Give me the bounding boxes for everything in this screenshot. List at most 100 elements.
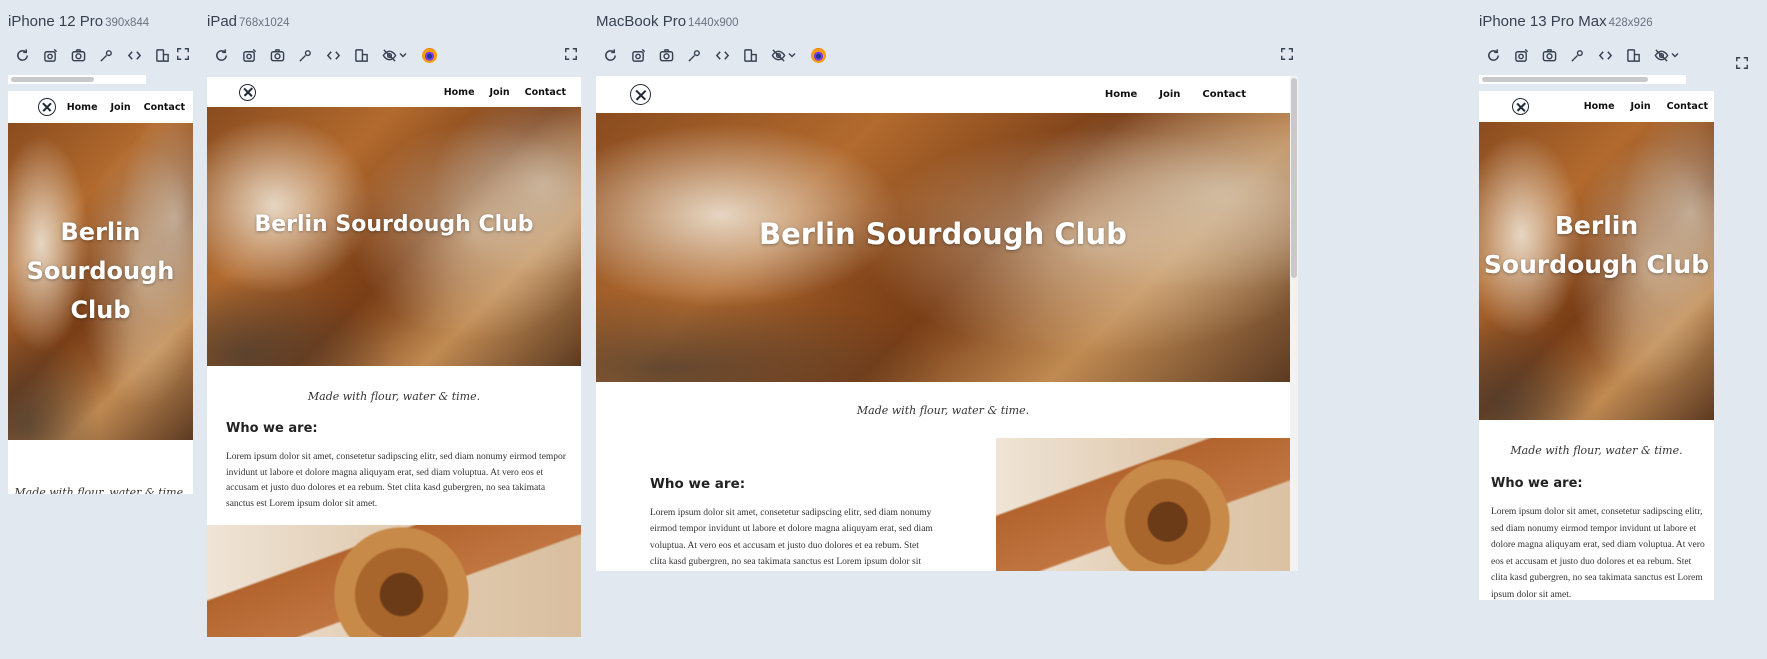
hero-banner: Berlin Sourdough Club: [207, 107, 581, 366]
expand-icon[interactable]: [1735, 55, 1749, 74]
firefox-icon[interactable]: [415, 44, 443, 66]
nav-links: Home Join Contact: [1584, 101, 1708, 112]
screenshot-icon[interactable]: [1535, 44, 1563, 66]
device-label: MacBook Pro 1440x900: [596, 13, 739, 31]
nav-links: Home Join Contact: [67, 102, 185, 113]
firefox-icon[interactable]: [804, 44, 832, 66]
rotate-camera-icon[interactable]: [235, 44, 263, 66]
code-icon[interactable]: [319, 44, 347, 66]
vertical-scrollbar[interactable]: [1290, 76, 1298, 571]
viewport-iphone-12-pro: Home Join Contact Berlin Sourdough Club …: [8, 91, 193, 494]
expand-icon[interactable]: [564, 46, 578, 65]
hero-title: Berlin Sourdough Club: [254, 212, 534, 237]
device-label: iPad 768x1024: [207, 13, 290, 31]
device-size: 428x926: [1608, 17, 1653, 29]
nav-home-link[interactable]: Home: [444, 87, 475, 98]
who-we-are-heading: Who we are:: [650, 476, 746, 492]
hero-title: Berlin Sourdough Club: [1483, 211, 1710, 279]
about-paragraph: Lorem ipsum dolor sit amet, consetetur s…: [650, 508, 933, 567]
expand-icon[interactable]: [1280, 46, 1294, 65]
who-we-are-heading: Who we are:: [1491, 476, 1583, 491]
hero-title: Berlin Sourdough Club: [759, 216, 1127, 251]
site-navbar: Home Join Contact: [596, 76, 1298, 113]
device-size: 768x1024: [239, 17, 290, 29]
inspect-icon[interactable]: [291, 44, 319, 66]
nav-links: Home Join Contact: [444, 87, 566, 98]
refresh-icon[interactable]: [207, 44, 235, 66]
about-paragraph: Lorem ipsum dolor sit amet, consetetur s…: [1491, 507, 1705, 600]
hero-banner: Berlin Sourdough Club: [8, 123, 193, 440]
nav-links: Home Join Contact: [1105, 89, 1246, 100]
nav-home-link[interactable]: Home: [1584, 101, 1615, 112]
chevron-down-icon[interactable]: [1671, 44, 1681, 66]
who-we-are-heading: Who we are:: [226, 421, 318, 436]
device-layout-icon[interactable]: [148, 44, 176, 66]
device-name: MacBook Pro: [596, 13, 687, 30]
device-toolbar: [1479, 44, 1687, 66]
rotate-camera-icon[interactable]: [36, 44, 64, 66]
site-navbar: Home Join Contact: [1479, 91, 1714, 122]
horizontal-scrollbar[interactable]: [1479, 75, 1686, 84]
hero-banner: Berlin Sourdough Club: [596, 113, 1290, 382]
hero-title: Berlin Sourdough Club: [26, 218, 175, 324]
club-logo[interactable]: [1512, 98, 1529, 115]
nav-join-link[interactable]: Join: [111, 102, 131, 113]
tagline: Made with flour, water & time.: [856, 404, 1030, 417]
tagline: Made with flour, water & time.: [307, 390, 481, 403]
code-icon[interactable]: [120, 44, 148, 66]
device-layout-icon[interactable]: [347, 44, 375, 66]
device-toolbar: [8, 44, 176, 66]
code-icon[interactable]: [1591, 44, 1619, 66]
refresh-icon[interactable]: [8, 44, 36, 66]
viewport-iphone-13-pro-max: Home Join Contact Berlin Sourdough Club …: [1479, 91, 1714, 600]
tagline: Made with flour, water & time.: [1510, 444, 1683, 457]
club-logo[interactable]: [38, 98, 56, 116]
refresh-icon[interactable]: [1479, 44, 1507, 66]
nav-contact-link[interactable]: Contact: [1667, 101, 1708, 112]
bread-board-photo: [996, 438, 1298, 571]
device-layout-icon[interactable]: [736, 44, 764, 66]
rotate-camera-icon[interactable]: [1507, 44, 1535, 66]
nav-join-link[interactable]: Join: [1159, 89, 1180, 100]
chevron-down-icon[interactable]: [788, 44, 798, 66]
bread-board-photo: [207, 525, 581, 637]
screenshot-icon[interactable]: [652, 44, 680, 66]
device-layout-icon[interactable]: [1619, 44, 1647, 66]
inspect-icon[interactable]: [1563, 44, 1591, 66]
tagline: Made with flour, water & time.: [14, 486, 187, 494]
device-size: 1440x900: [688, 17, 739, 29]
device-name: iPhone 12 Pro: [8, 13, 104, 30]
code-icon[interactable]: [708, 44, 736, 66]
nav-join-link[interactable]: Join: [1631, 101, 1651, 112]
device-label: iPhone 13 Pro Max 428x926: [1479, 13, 1653, 31]
nav-home-link[interactable]: Home: [1105, 89, 1137, 100]
horizontal-scrollbar[interactable]: [8, 75, 146, 84]
expand-icon[interactable]: [176, 46, 190, 65]
screenshot-icon[interactable]: [263, 44, 291, 66]
about-paragraph: Lorem ipsum dolor sit amet, consetetur s…: [226, 452, 566, 509]
scrollbar-thumb[interactable]: [11, 77, 94, 82]
nav-join-link[interactable]: Join: [490, 87, 510, 98]
site-navbar: Home Join Contact: [207, 77, 581, 107]
scrollbar-thumb[interactable]: [1291, 78, 1297, 278]
inspect-icon[interactable]: [92, 44, 120, 66]
screenshot-icon[interactable]: [64, 44, 92, 66]
device-size: 390x844: [105, 17, 150, 29]
site-navbar: Home Join Contact: [8, 91, 193, 123]
nav-contact-link[interactable]: Contact: [525, 87, 566, 98]
refresh-icon[interactable]: [596, 44, 624, 66]
nav-contact-link[interactable]: Contact: [144, 102, 185, 113]
rotate-camera-icon[interactable]: [624, 44, 652, 66]
club-logo[interactable]: [239, 83, 256, 101]
device-name: iPhone 13 Pro Max: [1479, 13, 1607, 30]
inspect-icon[interactable]: [680, 44, 708, 66]
club-logo[interactable]: [630, 84, 651, 105]
device-label: iPhone 12 Pro 390x844: [8, 13, 149, 31]
device-name: iPad: [207, 13, 238, 30]
chevron-down-icon[interactable]: [399, 44, 409, 66]
viewport-ipad: Home Join Contact Berlin Sourdough Club …: [207, 77, 581, 637]
nav-home-link[interactable]: Home: [67, 102, 98, 113]
scrollbar-thumb[interactable]: [1482, 77, 1648, 82]
nav-contact-link[interactable]: Contact: [1202, 89, 1246, 100]
device-toolbar: [207, 44, 443, 66]
